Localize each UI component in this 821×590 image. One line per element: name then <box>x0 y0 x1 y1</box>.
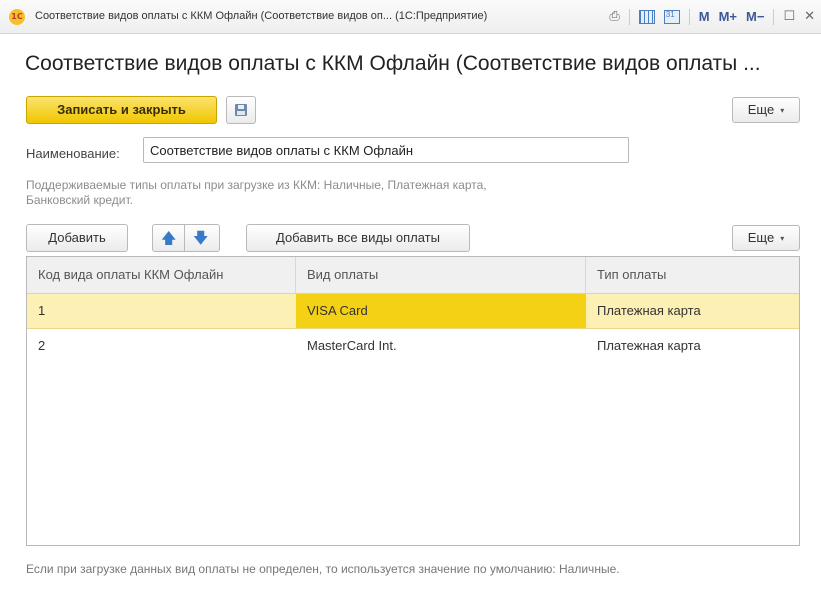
more-label: Еще <box>747 102 775 117</box>
chevron-down-icon: ▾ <box>780 233 785 243</box>
more-label: Еще <box>747 230 775 245</box>
column-header-payment-type[interactable]: Тип оплаты <box>586 257 799 293</box>
move-down-button[interactable]: 🡇 <box>184 224 220 252</box>
payment-mapping-table: Код вида оплаты ККМ Офлайн Вид оплаты Ти… <box>26 256 800 546</box>
table-icon[interactable] <box>638 10 655 24</box>
calendar-icon[interactable] <box>663 10 680 24</box>
table-row[interactable]: 1 VISA Card Платежная карта <box>27 294 799 329</box>
page-title: Соответствие видов оплаты с ККМ Офлайн (… <box>25 52 761 75</box>
save-button[interactable] <box>226 96 256 124</box>
app-logo-icon: 1C <box>9 9 25 25</box>
toolbar-divider <box>688 9 690 25</box>
cell-payment-type[interactable]: Платежная карта <box>586 294 799 328</box>
more-actions-button[interactable]: Еще ▾ <box>732 97 800 123</box>
save-and-close-button[interactable]: Записать и закрыть <box>26 96 217 124</box>
arrow-up-icon: 🡅 <box>161 229 177 247</box>
column-header-payment-kind[interactable]: Вид оплаты <box>296 257 586 293</box>
add-all-payment-kinds-button[interactable]: Добавить все виды оплаты <box>246 224 470 252</box>
cell-payment-kind[interactable]: MasterCard Int. <box>296 329 586 363</box>
chevron-down-icon: ▾ <box>780 105 785 115</box>
table-row[interactable]: 2 MasterCard Int. Платежная карта <box>27 329 799 363</box>
column-header-code[interactable]: Код вида оплаты ККМ Офлайн <box>27 257 296 293</box>
default-payment-note: Если при загрузке данных вид оплаты не о… <box>26 562 620 576</box>
toolbar-divider <box>773 9 775 25</box>
floppy-disk-icon <box>235 104 247 116</box>
table-more-actions-button[interactable]: Еще ▾ <box>732 225 800 251</box>
titlebar-icons: ⎙ M M+ M− ☐ ✕ <box>609 7 815 27</box>
arrow-down-icon: 🡇 <box>193 229 209 247</box>
close-icon[interactable]: ✕ <box>804 7 815 27</box>
m-icon[interactable]: M <box>699 7 710 27</box>
maximize-icon[interactable]: ☐ <box>783 7 795 27</box>
cell-code[interactable]: 2 <box>27 329 296 363</box>
name-input[interactable] <box>143 137 629 163</box>
window-titlebar: 1C Соответствие видов оплаты с ККМ Офлай… <box>0 0 821 34</box>
m-minus-icon[interactable]: M− <box>746 7 764 27</box>
print-icon[interactable]: ⎙ <box>609 7 619 27</box>
table-header: Код вида оплаты ККМ Офлайн Вид оплаты Ти… <box>27 257 799 294</box>
window-title: Соответствие видов оплаты с ККМ Офлайн (… <box>35 10 488 22</box>
name-label: Наименование: <box>26 146 120 161</box>
cell-payment-kind[interactable]: VISA Card <box>296 294 586 328</box>
move-up-button[interactable]: 🡅 <box>152 224 185 252</box>
m-plus-icon[interactable]: M+ <box>719 7 737 27</box>
cell-payment-type[interactable]: Платежная карта <box>586 329 799 363</box>
supported-types-hint: Поддерживаемые типы оплаты при загрузке … <box>26 178 487 207</box>
toolbar-divider <box>628 9 630 25</box>
cell-code[interactable]: 1 <box>27 294 296 328</box>
add-button[interactable]: Добавить <box>26 224 128 252</box>
